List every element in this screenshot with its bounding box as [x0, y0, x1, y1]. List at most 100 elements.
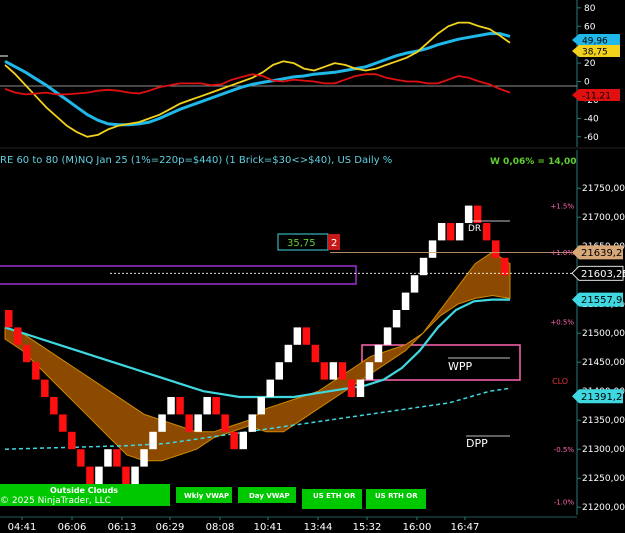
- renko-brick-up: [275, 362, 283, 380]
- renko-brick-down: [23, 344, 31, 363]
- price-tag-value-low_band: 21391,23: [581, 392, 625, 403]
- renko-brick-up: [284, 344, 293, 363]
- osc-tick-label: 80: [584, 4, 596, 14]
- renko-brick-down: [492, 240, 500, 258]
- osc-tick-label: 0: [584, 78, 590, 88]
- time-tick-label: 15:32: [353, 522, 382, 533]
- time-tick-label: 16:00: [403, 522, 432, 533]
- percent-level-label: +1.5%: [550, 203, 574, 211]
- renko-brick-up: [131, 466, 139, 484]
- wkly-vwap-button[interactable]: Wkly VWAP: [176, 487, 232, 503]
- time-tick-label: 10:41: [254, 522, 283, 533]
- renko-brick-up: [365, 362, 374, 380]
- renko-brick-up: [392, 310, 401, 328]
- dr-label: DR: [468, 224, 481, 234]
- renko-brick-down: [446, 223, 455, 241]
- renko-brick-up: [95, 466, 103, 484]
- time-tick-label: 13:44: [304, 522, 333, 533]
- price-tick-label: 21350,00: [582, 416, 625, 426]
- us-eth-or-button[interactable]: US ETH OR: [302, 489, 362, 509]
- price-tag-value-vwap: 21557,98: [581, 295, 625, 306]
- day-vwap-button[interactable]: Day VWAP: [238, 487, 296, 503]
- price-tick-label: 21200,00: [582, 503, 625, 513]
- copyright-text: © 2025 NinjaTrader, LLC: [0, 496, 111, 506]
- renko-brick-up: [356, 379, 365, 397]
- renko-brick-up: [239, 431, 247, 450]
- us-rth-or-button[interactable]: US RTH OR: [366, 489, 426, 509]
- renko-brick-up: [464, 205, 473, 223]
- time-tick-label: 16:47: [451, 522, 480, 533]
- us-eth-or-label: US ETH OR: [313, 492, 356, 500]
- renko-brick-up: [410, 275, 419, 293]
- wkly-vwap-label: Wkly VWAP: [184, 492, 229, 500]
- renko-brick-down: [185, 414, 193, 432]
- osc-tick-label: -60: [584, 133, 599, 143]
- renko-brick-up: [437, 223, 446, 241]
- renko-brick-down: [122, 466, 130, 484]
- renko-brick-up: [383, 327, 392, 345]
- renko-brick-down: [14, 327, 22, 345]
- renko-brick-down: [176, 397, 184, 415]
- outside-clouds-label: Outside Clouds: [50, 486, 118, 495]
- renko-brick-down: [482, 223, 491, 241]
- price-box-count: 2: [331, 238, 337, 249]
- renko-brick-down: [347, 379, 356, 397]
- time-tick-label: 06:13: [108, 522, 137, 533]
- renko-brick-up: [149, 431, 157, 450]
- renko-brick-down: [338, 362, 347, 380]
- renko-brick-up: [140, 449, 148, 467]
- renko-brick-down: [59, 414, 67, 432]
- renko-brick-up: [194, 414, 202, 432]
- time-tick-label: 06:29: [156, 522, 185, 533]
- price-tag-value-last: 21639,25: [581, 248, 625, 259]
- wpp-label: WPP: [448, 360, 473, 373]
- renko-brick-down: [77, 449, 85, 467]
- osc-value-yellow: 38,75: [582, 48, 608, 58]
- renko-brick-up: [203, 397, 211, 415]
- renko-brick-down: [302, 327, 311, 345]
- price-tick-label: 21250,00: [582, 474, 625, 484]
- renko-brick-up: [158, 414, 166, 432]
- time-tick-label: 06:06: [58, 522, 87, 533]
- price-tick-label: 21700,00: [582, 213, 625, 223]
- renko-brick-down: [473, 205, 482, 223]
- renko-brick-down: [320, 362, 329, 380]
- dpp-label: DPP: [466, 437, 488, 450]
- percent-level-label: +1.0%: [550, 249, 574, 257]
- renko-brick-down: [230, 431, 238, 450]
- renko-brick-down: [68, 431, 76, 450]
- outside-clouds-button[interactable]: Outside Clouds © 2025 NinjaTrader, LLC: [0, 484, 170, 506]
- renko-brick-up: [455, 223, 464, 241]
- renko-brick-up: [329, 362, 338, 380]
- weekly-stat: W 0,06% = 14,00: [490, 157, 577, 167]
- osc-tick-label: 60: [584, 22, 596, 32]
- percent-level-label: -1.0%: [554, 498, 575, 506]
- renko-brick-down: [212, 397, 220, 415]
- price-tick-label: 21750,00: [582, 184, 625, 194]
- price-tick-label: 21300,00: [582, 445, 625, 455]
- renko-brick-down: [501, 257, 509, 276]
- renko-brick-up: [428, 240, 437, 258]
- percent-level-label: +0.5%: [550, 319, 574, 327]
- trading-chart: 806040200-20-40-60 49,9638,75-11,21 2175…: [0, 0, 625, 533]
- price-box-value: 35,75: [287, 238, 316, 249]
- renko-brick-up: [419, 257, 428, 276]
- renko-brick-up: [257, 397, 265, 415]
- renko-brick-down: [86, 466, 94, 484]
- osc-value-red: -11,21: [582, 92, 611, 102]
- renko-brick-up: [167, 397, 175, 415]
- renko-brick-up: [266, 379, 274, 397]
- time-tick-label: 08:08: [206, 522, 235, 533]
- renko-brick-up: [104, 449, 112, 467]
- clo-label: CLO: [552, 377, 568, 386]
- time-tick-label: 04:41: [8, 522, 37, 533]
- renko-brick-up: [374, 344, 383, 363]
- day-vwap-label: Day VWAP: [249, 492, 290, 500]
- renko-brick-down: [113, 449, 121, 467]
- osc-tick-label: 20: [584, 59, 596, 69]
- renko-brick-down: [221, 414, 229, 432]
- price-tick-label: 21500,00: [582, 329, 625, 339]
- price-tag-value-current: 21603,25: [581, 269, 625, 280]
- renko-brick-up: [293, 327, 302, 345]
- renko-brick-down: [5, 310, 13, 328]
